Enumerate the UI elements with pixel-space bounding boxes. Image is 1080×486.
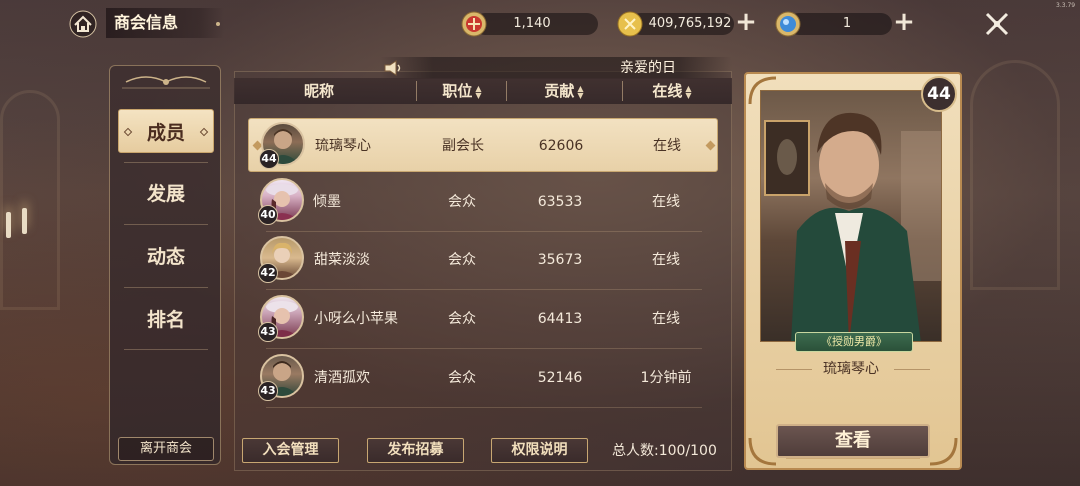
active-marker-right <box>199 127 209 137</box>
level-badge: 44 <box>259 149 279 169</box>
active-marker-left <box>123 127 133 137</box>
leave-guild-button[interactable]: 离开商会 <box>118 437 214 461</box>
gem-value: 1 <box>842 16 852 31</box>
column-divider <box>416 81 417 101</box>
member-online-status: 在线 <box>653 138 681 154</box>
column-divider <box>506 81 507 101</box>
table-row[interactable]: 42 甜菜淡淡 会众 35673 在线 <box>248 233 718 290</box>
level-badge: 43 <box>258 381 278 401</box>
add-gold-button[interactable]: + <box>734 9 758 35</box>
gold-value: 409,765,192 <box>648 16 732 31</box>
background-arch-left <box>0 90 60 310</box>
member-position: 副会长 <box>442 138 484 154</box>
background-candle <box>6 212 11 238</box>
nav-item-label: 发展 <box>146 182 185 205</box>
nav-item-development[interactable]: 发展 <box>118 170 214 214</box>
background-arch-right <box>970 60 1060 290</box>
table-row[interactable]: 40 倾墨 会众 63533 在线 <box>248 175 718 232</box>
member-online-status: 1分钟前 <box>640 370 692 386</box>
permission-info-button[interactable]: 权限说明 <box>491 438 588 463</box>
table-header: 昵称 职位 ▲ ▼ 贡献 ▲ ▼ 在线 ▲ ▼ <box>234 78 732 104</box>
shield-coin-icon <box>460 10 488 38</box>
nav-divider <box>124 349 208 350</box>
member-contribution: 64413 <box>537 311 583 327</box>
nav-item-label: 成员 <box>146 121 185 144</box>
nav-item-ranking[interactable]: 排名 <box>118 296 214 340</box>
member-position: 会众 <box>448 252 476 268</box>
column-online[interactable]: 在线 ▲ ▼ <box>624 78 720 104</box>
member-contribution: 63533 <box>537 194 583 210</box>
close-button[interactable] <box>980 7 1014 41</box>
member-online-status: 在线 <box>652 194 680 210</box>
sort-icon: ▲ ▼ <box>577 83 584 100</box>
sort-icon: ▲ ▼ <box>685 83 692 100</box>
nav-item-label: 动态 <box>146 245 185 268</box>
member-contribution: 62606 <box>538 138 584 154</box>
background-candle <box>22 208 27 234</box>
table-row[interactable]: 43 小呀么小苹果 会众 64413 在线 <box>248 292 718 349</box>
title-decoration <box>216 22 220 26</box>
card-level-badge: 44 <box>921 76 957 112</box>
column-contribution[interactable]: 贡献 ▲ ▼ <box>508 78 620 104</box>
table-row[interactable]: 43 清酒孤欢 会众 52146 1分钟前 <box>248 351 718 408</box>
member-name: 清酒孤欢 <box>314 370 370 386</box>
card-member-name: 琉璃琴心 <box>823 361 879 377</box>
level-badge: 43 <box>258 322 278 342</box>
character-portrait <box>760 90 942 342</box>
row-divider <box>266 289 702 290</box>
announcement-bar: 亲爱的日 <box>380 57 732 79</box>
announcement-text: 亲爱的日 <box>620 60 676 76</box>
home-icon <box>69 10 97 38</box>
member-name: 琉璃琴心 <box>315 138 371 154</box>
noble-title-badge: 《授勋男爵》 <box>795 332 913 352</box>
blue-gem-icon <box>774 10 802 38</box>
member-contribution: 52146 <box>537 370 583 386</box>
version-label: 3.3.79 <box>1056 2 1076 9</box>
nav-item-members[interactable]: 成员 <box>118 109 214 153</box>
member-online-status: 在线 <box>652 311 680 327</box>
nav-ornament <box>122 76 210 89</box>
page-title: 商会信息 <box>106 8 224 38</box>
member-name: 小呀么小苹果 <box>314 311 398 327</box>
row-divider <box>266 348 702 349</box>
column-divider <box>622 81 623 101</box>
sort-icon: ▲ ▼ <box>475 83 482 100</box>
row-divider <box>266 407 702 408</box>
name-divider-right <box>894 369 930 370</box>
speaker-icon <box>384 60 401 76</box>
nav-divider <box>124 224 208 225</box>
column-position[interactable]: 职位 ▲ ▼ <box>418 78 506 104</box>
member-position: 会众 <box>448 194 476 210</box>
home-button[interactable] <box>66 8 100 40</box>
gold-coin-icon <box>616 10 644 38</box>
total-members: 总人数:100/100 <box>612 443 717 459</box>
member-position: 会众 <box>448 370 476 386</box>
member-position: 会众 <box>448 311 476 327</box>
member-online-status: 在线 <box>652 252 680 268</box>
member-name: 甜菜淡淡 <box>314 252 370 268</box>
close-icon <box>985 12 1009 36</box>
row-divider <box>266 231 702 232</box>
view-button[interactable]: 查看 <box>776 424 930 458</box>
level-badge: 40 <box>258 205 278 225</box>
table-row[interactable]: 44 琉璃琴心 副会长 62606 在线 <box>248 118 718 172</box>
shield-coin-value: 1,140 <box>513 16 551 31</box>
column-nickname: 昵称 <box>303 82 334 100</box>
nav-item-activity[interactable]: 动态 <box>118 233 214 277</box>
top-bar: 商会信息 1,140 409,765,192 + 1 + 3.3.79 <box>0 0 1080 48</box>
nav-item-label: 排名 <box>146 308 185 331</box>
member-contribution: 35673 <box>537 252 583 268</box>
add-gem-button[interactable]: + <box>892 9 916 35</box>
level-badge: 42 <box>258 263 278 283</box>
nav-divider <box>124 162 208 163</box>
post-recruitment-button[interactable]: 发布招募 <box>367 438 464 463</box>
member-name: 倾墨 <box>313 194 341 210</box>
nav-divider <box>124 287 208 288</box>
side-nav: 成员 发展 动态 排名 离开商会 <box>109 65 221 465</box>
join-management-button[interactable]: 入会管理 <box>242 438 339 463</box>
